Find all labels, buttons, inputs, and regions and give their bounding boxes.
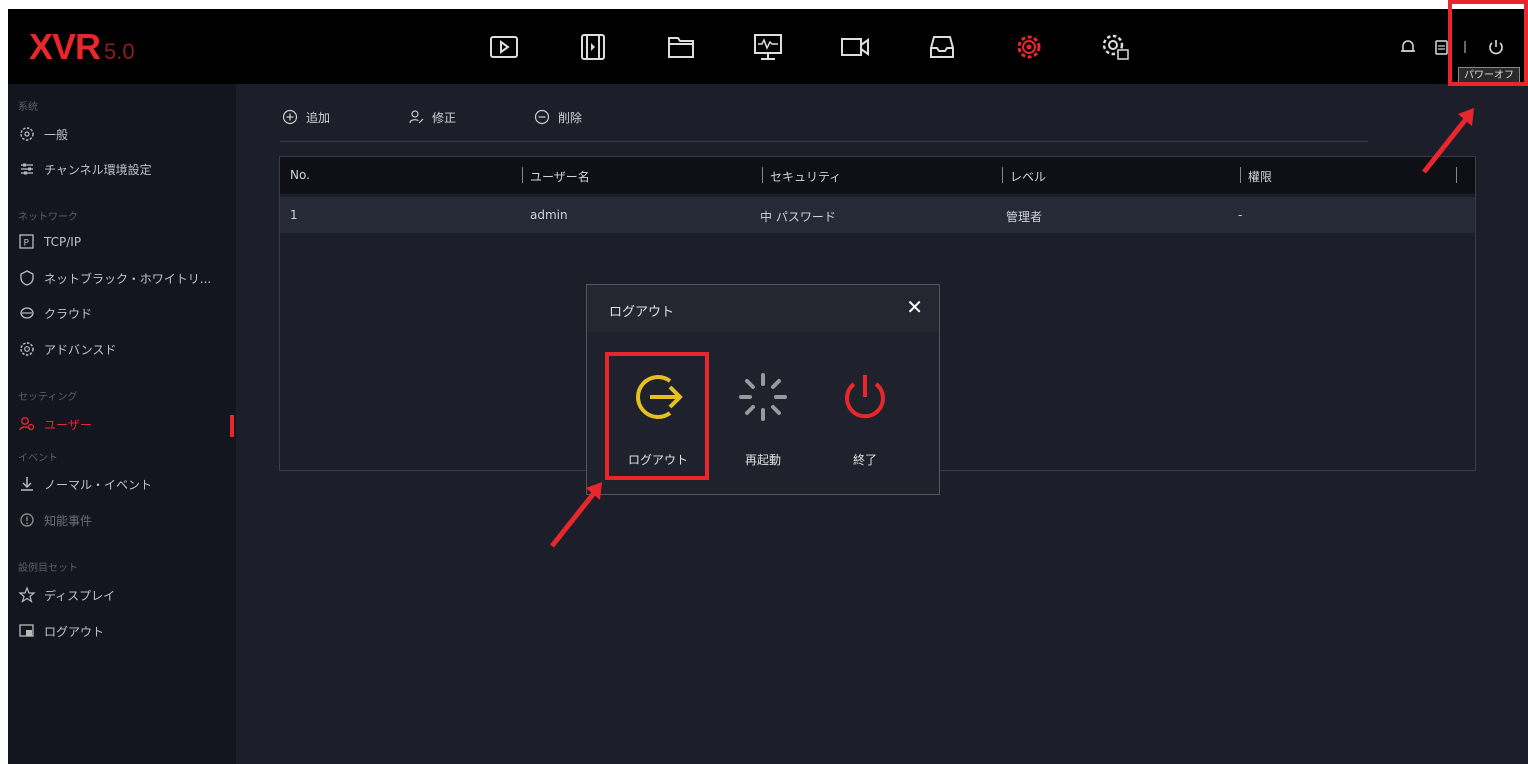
advanced-gear-icon <box>18 340 36 358</box>
anchor-icon <box>18 475 36 493</box>
folder-icon[interactable] <box>661 29 701 65</box>
col-username: ユーザー名 <box>530 170 590 184</box>
sidebar-item-user[interactable]: ユーザー <box>18 414 228 434</box>
sidebar-item-blackwhitelist[interactable]: ネットブラック・ホワイトリ... <box>18 268 228 288</box>
dialog-header: ログアウト ✕ <box>587 285 939 332</box>
col-level: レベル <box>1010 170 1047 184</box>
sidebar-item-channel[interactable]: チャンネル環境設定 <box>18 159 228 179</box>
camera-icon[interactable] <box>835 29 875 65</box>
section-display: 設例目セット <box>18 563 78 574</box>
sidebar-item-cloud[interactable]: クラウド <box>18 303 228 323</box>
section-system: 系统 <box>18 102 38 113</box>
shutdown-label: 終了 <box>852 453 877 467</box>
add-button[interactable]: 追加 <box>282 107 330 127</box>
cell-permission: - <box>1238 208 1243 222</box>
sidebar-item-display[interactable]: ディスプレイ <box>18 585 228 605</box>
cell-no: 1 <box>290 208 298 222</box>
annotation-arrow-icon <box>550 482 602 548</box>
col-separator <box>1240 167 1241 183</box>
col-no: No. <box>290 168 310 182</box>
shield-icon <box>18 269 36 287</box>
delete-button[interactable]: 削除 <box>534 107 582 127</box>
svg-text:P: P <box>24 239 30 249</box>
toolbar-divider <box>280 141 1368 142</box>
col-separator <box>762 167 763 183</box>
active-indicator <box>230 415 234 437</box>
highlight-box-logout <box>605 352 709 480</box>
monitor-icon[interactable] <box>748 29 788 65</box>
col-separator <box>1002 167 1003 183</box>
table-row[interactable]: 1 admin 中 パスワード 管理者 - <box>280 197 1475 233</box>
section-network: ネットワーク <box>18 212 78 223</box>
section-event: イベント <box>18 453 58 464</box>
sliders-icon <box>18 160 36 178</box>
gear-icon <box>18 125 36 143</box>
add-circle-icon <box>282 109 298 125</box>
top-bar: XVR 5.0 パワーオフ <box>8 9 1528 84</box>
app-window: XVR 5.0 パワーオフ 系统 一般 チャンネル環境設定 ネットワーク P T… <box>8 9 1528 764</box>
sidebar-item-tcpip[interactable]: P TCP/IP <box>18 232 228 252</box>
table-header: No. ユーザー名 セキュリティ レベル 權限 <box>280 157 1475 194</box>
settings-gear-icon[interactable] <box>1009 29 1049 65</box>
system-gear-icon[interactable] <box>1095 29 1135 65</box>
playback-icon[interactable] <box>484 29 524 65</box>
sidebar: 系统 一般 チャンネル環境設定 ネットワーク P TCP/IP ネットブラック・… <box>8 84 236 764</box>
logo: XVR 5.0 <box>29 26 135 67</box>
sidebar-item-smart-event[interactable]: 知能事件 <box>18 510 228 530</box>
user-edit-icon <box>408 109 424 125</box>
cell-level: 管理者 <box>1006 210 1043 224</box>
close-icon[interactable]: ✕ <box>906 295 923 319</box>
star-icon <box>18 586 36 604</box>
edit-button[interactable]: 修正 <box>408 107 456 127</box>
bell-icon[interactable] <box>1398 37 1418 57</box>
video-clip-icon[interactable] <box>573 29 613 65</box>
col-security: セキュリティ <box>770 170 842 184</box>
sidebar-item-normal-event[interactable]: ノーマル・イベント <box>18 474 228 494</box>
col-separator <box>522 167 523 183</box>
dialog-title: ログアウト <box>609 305 675 320</box>
cloud-icon <box>18 304 36 322</box>
restart-label: 再起動 <box>744 453 781 467</box>
loading-spinner-icon <box>739 373 787 421</box>
cell-security: 中 パスワード <box>760 210 836 224</box>
sidebar-item-logout[interactable]: ログアウト <box>18 621 228 641</box>
alert-icon <box>18 511 36 529</box>
cell-username: admin <box>530 208 568 222</box>
logout-screen-icon <box>18 622 36 640</box>
annotation-arrow-icon <box>1422 108 1474 174</box>
sidebar-item-advanced[interactable]: アドバンスド <box>18 339 228 359</box>
sidebar-item-general[interactable]: 一般 <box>18 124 228 144</box>
section-setting: セッティング <box>18 392 78 403</box>
storage-icon[interactable] <box>922 29 962 65</box>
shutdown-option-button[interactable]: 終了 <box>820 355 910 467</box>
delete-circle-icon <box>534 109 550 125</box>
col-permission: 權限 <box>1248 170 1273 184</box>
restart-option-button[interactable]: 再起動 <box>718 355 808 467</box>
power-off-icon <box>845 375 885 419</box>
highlight-box-power <box>1448 0 1528 86</box>
user-icon <box>18 415 36 433</box>
ip-icon: P <box>18 233 36 251</box>
